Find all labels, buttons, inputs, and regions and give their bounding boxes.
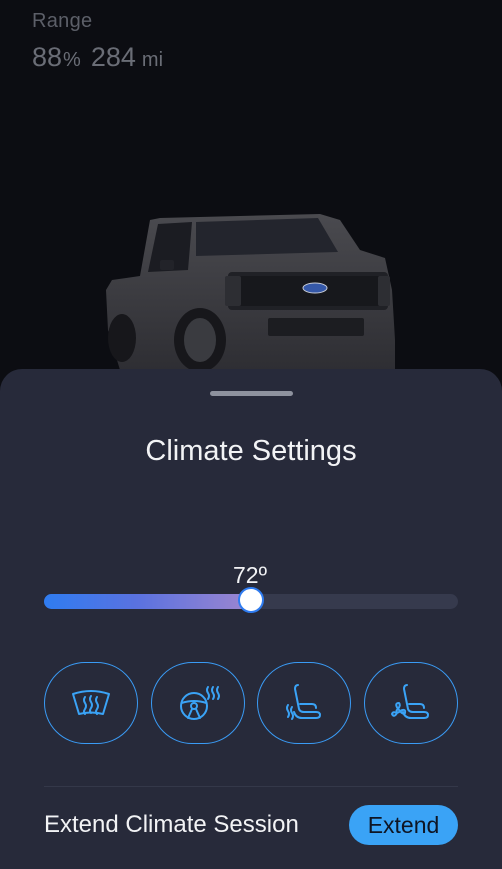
range-percent-unit: % bbox=[63, 49, 81, 71]
temperature-slider-fill bbox=[44, 594, 251, 609]
range-miles-unit: mi bbox=[141, 49, 164, 71]
divider bbox=[44, 786, 458, 787]
sheet-title: Climate Settings bbox=[145, 435, 357, 467]
climate-controls bbox=[44, 662, 458, 744]
range-label: Range bbox=[32, 10, 93, 32]
temperature-readout: 72º bbox=[233, 562, 267, 588]
range-percent: 88 bbox=[32, 42, 63, 72]
defrost-button[interactable] bbox=[44, 662, 138, 744]
range-miles: 284 bbox=[90, 42, 136, 72]
extend-button[interactable]: Extend bbox=[349, 805, 458, 845]
range-header: Range 88% 284 mi bbox=[32, 10, 163, 73]
extend-session-label: Extend Climate Session bbox=[44, 811, 299, 838]
heated-seat-icon bbox=[286, 684, 322, 720]
temperature-slider[interactable] bbox=[44, 587, 458, 613]
ventilated-seat-icon bbox=[390, 684, 429, 719]
truck-image bbox=[106, 214, 395, 372]
range-values: 88% 284 mi bbox=[32, 42, 163, 73]
rear-defrost-icon bbox=[72, 690, 110, 715]
temperature-slider-thumb[interactable] bbox=[238, 587, 264, 613]
heated-steering-button[interactable] bbox=[150, 662, 245, 744]
ventilated-seat-button[interactable] bbox=[363, 662, 458, 744]
climate-settings-sheet: Climate Settings 72º Extend Climate Sess… bbox=[0, 369, 502, 869]
heated-steering-wheel-icon bbox=[179, 686, 220, 720]
sheet-drag-handle[interactable] bbox=[210, 391, 293, 396]
heated-seat-button[interactable] bbox=[257, 662, 352, 744]
